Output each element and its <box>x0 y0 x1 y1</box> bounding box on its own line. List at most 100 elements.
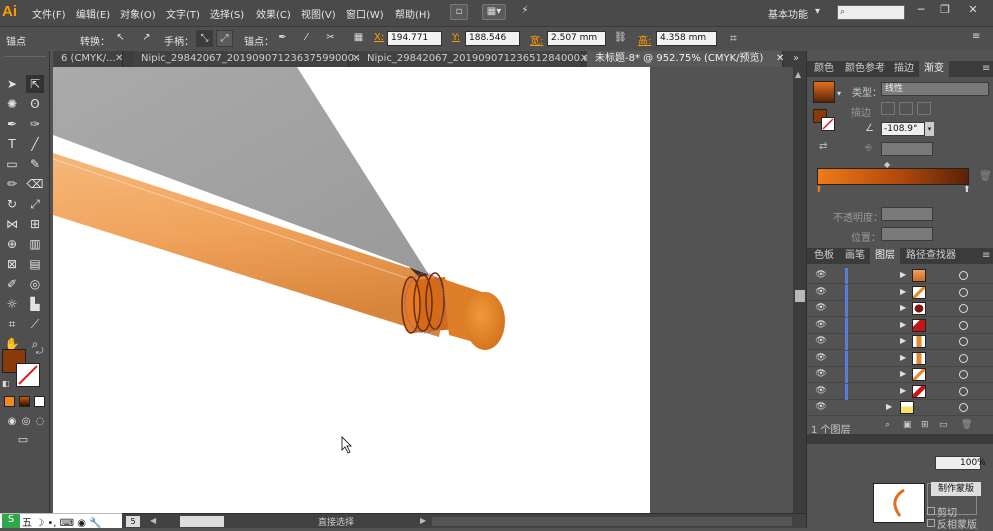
canvas[interactable] <box>53 67 793 513</box>
tab-document-1[interactable]: 6 (CMYK/... <box>53 51 123 67</box>
none-mode-icon[interactable] <box>34 396 45 407</box>
end-cap[interactable] <box>465 292 505 350</box>
layer-row[interactable]: 👁 ▶ <box>808 400 993 416</box>
expand-triangle-icon[interactable]: ▶ <box>900 386 906 395</box>
gradient-type-select[interactable]: 线性 <box>881 82 989 96</box>
menu-window[interactable]: 窗口(W) <box>346 6 384 21</box>
height-field[interactable]: 4.358 mm <box>656 31 717 46</box>
panel-menu-icon[interactable]: ≡ <box>982 250 990 261</box>
gradient-preset-chevron-icon[interactable]: ▾ <box>837 89 841 98</box>
visibility-eye-icon[interactable]: 👁 <box>814 353 828 364</box>
selection-tool-icon[interactable]: ➤ <box>3 75 21 93</box>
transform-icon[interactable]: ⌗ <box>730 31 737 46</box>
control-menu-icon[interactable]: ≡ <box>972 31 980 42</box>
target-circle-icon[interactable] <box>959 271 968 280</box>
tab-document-2[interactable]: Nipic_29842067_20190907123637599000.ai* <box>133 51 371 67</box>
stop-position-field[interactable] <box>881 227 933 241</box>
target-circle-icon[interactable] <box>959 386 968 396</box>
layer-row[interactable]: 👁 ▶ <box>808 268 993 284</box>
target-circle-icon[interactable] <box>959 337 968 346</box>
expand-triangle-icon[interactable]: ▶ <box>900 270 906 279</box>
tab-color[interactable]: 颜色 <box>809 61 839 77</box>
tab-pathfinder[interactable]: 路径查找器 <box>901 248 961 264</box>
clip-checkbox[interactable] <box>927 507 935 515</box>
connect-anchor-icon[interactable]: ⁄ <box>298 30 315 47</box>
reverse-gradient-icon[interactable]: ⇄ <box>819 141 827 152</box>
free-transform-tool-icon[interactable]: ⊞ <box>26 215 44 233</box>
cut-path-icon[interactable]: ✂ <box>322 30 339 47</box>
ime-logo-icon[interactable]: S <box>2 514 20 528</box>
angle-field[interactable]: -108.9° <box>881 122 925 136</box>
width-tool-icon[interactable]: ⋈ <box>3 215 21 233</box>
close-tab-icon[interactable]: ✕ <box>776 53 784 64</box>
shape-builder-tool-icon[interactable]: ⊕ <box>3 235 21 253</box>
y-field[interactable]: 188.546 <box>465 31 520 46</box>
artboard-number-field[interactable] <box>180 516 224 527</box>
invert-mask-checkbox[interactable] <box>927 519 935 527</box>
tab-swatches[interactable]: 色板 <box>809 248 839 264</box>
close-tab-icon[interactable]: ✕ <box>115 53 123 64</box>
layer-row[interactable]: 👁 ▶ <box>808 334 993 350</box>
expand-triangle-icon[interactable]: ▶ <box>900 287 906 296</box>
panel-menu-icon[interactable]: ≡ <box>982 63 990 74</box>
visibility-eye-icon[interactable]: 👁 <box>814 402 828 413</box>
visibility-eye-icon[interactable]: 👁 <box>814 336 828 347</box>
visibility-eye-icon[interactable]: 👁 <box>814 287 828 298</box>
gradient-mode-icon[interactable] <box>19 396 30 407</box>
stroke-gradient-across-icon[interactable] <box>917 102 931 115</box>
target-circle-icon[interactable] <box>959 403 968 412</box>
blend-tool-icon[interactable]: ◎ <box>26 275 44 293</box>
gradient-stop-start[interactable]: ⬆ <box>815 185 823 195</box>
scrollbar-thumb[interactable] <box>795 290 805 302</box>
pencil-tool-icon[interactable]: ✏ <box>3 175 21 193</box>
link-proportions-icon[interactable]: ⛓ <box>614 32 627 43</box>
stop-opacity-field[interactable] <box>881 207 933 221</box>
expand-triangle-icon[interactable]: ▶ <box>900 353 906 362</box>
gradient-preview-swatch[interactable] <box>813 81 835 103</box>
stroke-color-swatch[interactable] <box>16 363 40 387</box>
workspace-switcher[interactable]: 基本功能 <box>768 6 808 21</box>
stroke-gradient-within-icon[interactable] <box>881 102 895 115</box>
target-circle-icon[interactable] <box>959 287 968 297</box>
delete-layer-icon[interactable]: 🗑 <box>961 420 972 430</box>
screen-mode-icon[interactable]: ▭ <box>14 431 32 449</box>
layer-row[interactable]: 👁 ▶ <box>808 284 993 301</box>
visibility-eye-icon[interactable]: 👁 <box>814 303 828 314</box>
visibility-eye-icon[interactable]: 👁 <box>814 270 828 281</box>
scroll-up-icon[interactable]: ▲ <box>795 70 801 79</box>
line-tool-icon[interactable]: ╱ <box>26 135 44 153</box>
swap-colors-icon[interactable]: ⤾ <box>36 347 44 357</box>
aspect-ratio-field[interactable] <box>881 142 933 156</box>
target-circle-icon[interactable] <box>959 370 968 379</box>
convert-corner-icon[interactable]: ↖ <box>112 30 129 47</box>
visibility-eye-icon[interactable]: 👁 <box>814 369 828 380</box>
curvature-tool-icon[interactable]: ✑ <box>26 115 44 133</box>
draw-inside-icon[interactable]: ◌ <box>31 413 49 431</box>
slice-tool-icon[interactable]: ⟋ <box>26 315 44 333</box>
menu-select[interactable]: 选择(S) <box>210 6 244 21</box>
layer-row[interactable]: 👁 ▶ <box>808 350 993 367</box>
menu-view[interactable]: 视图(V) <box>301 6 336 21</box>
tab-brushes[interactable]: 画笔 <box>840 248 870 264</box>
tab-document-3[interactable]: Nipic_29842067_20190907123651284000.ai* <box>359 51 597 67</box>
locate-object-icon[interactable]: ⌕ <box>885 420 890 430</box>
menu-edit[interactable]: 编辑(E) <box>76 6 110 21</box>
show-handles-icon[interactable]: ⤡ <box>196 30 213 47</box>
convert-smooth-icon[interactable]: ↗ <box>138 30 155 47</box>
bridge-icon[interactable]: ▫ <box>450 4 468 20</box>
layer-row[interactable]: 👁 ▶ <box>808 301 993 317</box>
angle-dropdown-icon[interactable]: ▾ <box>925 122 934 136</box>
x-field[interactable]: 194.771 <box>387 31 442 46</box>
tab-color-guide[interactable]: 颜色参考 <box>840 61 890 77</box>
menu-object[interactable]: 对象(O) <box>120 6 156 21</box>
layer-row[interactable]: 👁 ▶ <box>808 317 993 334</box>
gradient-tool-icon[interactable]: ▤ <box>26 255 44 273</box>
stroke-gradient-along-icon[interactable] <box>899 102 913 115</box>
workspace-chevron-icon[interactable]: ▾ <box>815 6 820 17</box>
new-sublayer-icon[interactable]: ⊞ <box>921 420 929 430</box>
gradient-stroke-swatch[interactable] <box>821 117 835 131</box>
target-circle-icon[interactable] <box>959 320 968 330</box>
arrange-documents-icon[interactable]: ▦▾ <box>482 4 506 20</box>
type-tool-icon[interactable]: T <box>3 135 21 153</box>
prev-artboard-icon[interactable]: ◀ <box>150 516 156 525</box>
